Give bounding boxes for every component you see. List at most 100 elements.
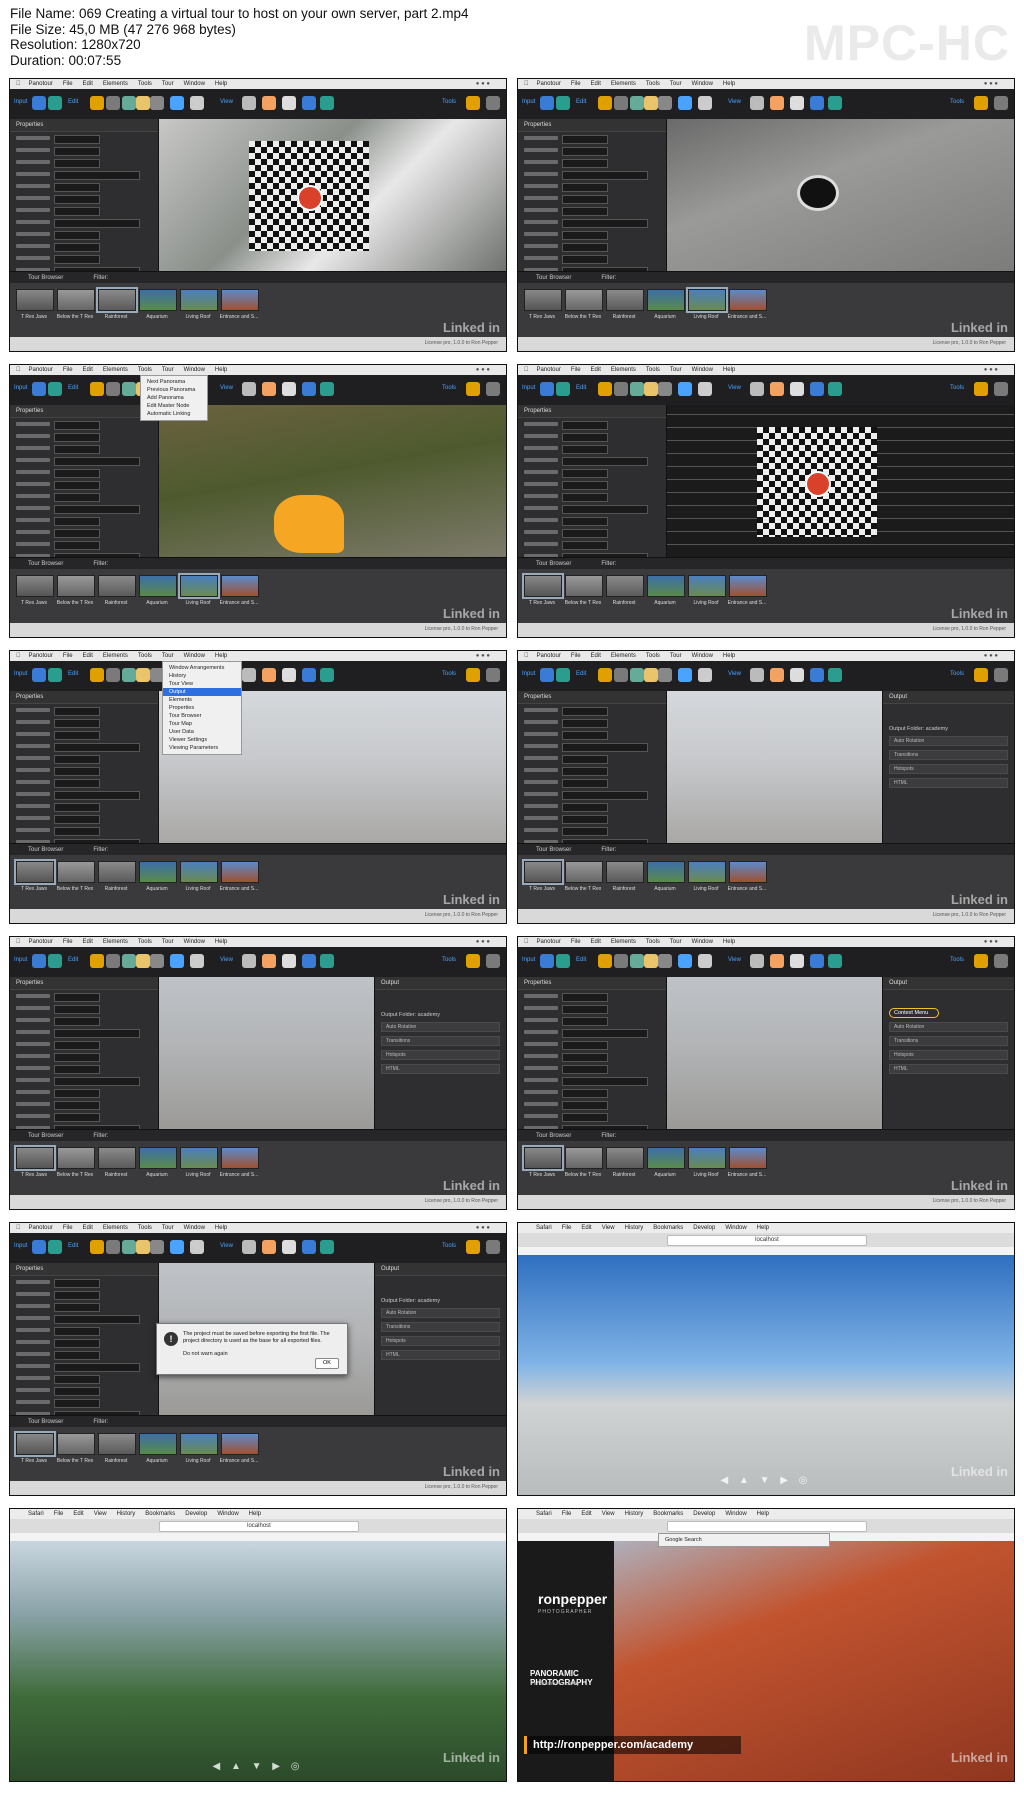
toolbar-tool-icon[interactable] — [320, 96, 334, 110]
menu-elements[interactable]: Elements — [103, 1225, 128, 1231]
apple-menu-icon[interactable]:  — [16, 367, 21, 373]
toolbar-tool-icon[interactable] — [790, 96, 804, 110]
menu-help[interactable]: Help — [215, 939, 227, 945]
menu-file[interactable]: File — [571, 81, 581, 87]
menu-window[interactable]: Window — [184, 81, 205, 87]
menu-edit[interactable]: Edit — [83, 653, 93, 659]
safari-menu-file[interactable]: File — [562, 1225, 572, 1231]
menu-window[interactable]: Window — [184, 653, 205, 659]
toolbar-tool-icon[interactable] — [630, 96, 644, 110]
toolbar-tool-icon[interactable] — [598, 96, 612, 110]
apple-menu-icon[interactable]:  — [16, 653, 21, 659]
property-field[interactable] — [562, 1089, 608, 1098]
property-field[interactable] — [54, 767, 100, 776]
toolbar-tool-icon[interactable] — [540, 954, 554, 968]
property-field[interactable] — [54, 1101, 100, 1110]
menu-tools[interactable]: Tools — [646, 367, 660, 373]
toolbar-tool-icon[interactable] — [262, 668, 276, 682]
toolbar-tool-icon[interactable] — [994, 96, 1008, 110]
do-not-warn-checkbox[interactable]: Do not warn again — [183, 1351, 228, 1357]
panorama-thumbnail[interactable] — [14, 1145, 56, 1171]
property-field[interactable] — [54, 207, 100, 216]
output-section-bar[interactable]: Transitions — [889, 1036, 1008, 1046]
toolbar-tool-icon[interactable] — [122, 668, 136, 682]
menu-tour[interactable]: Tour — [162, 81, 174, 87]
property-field[interactable] — [54, 803, 100, 812]
toolbar-tool-icon[interactable] — [302, 668, 316, 682]
address-bar[interactable] — [666, 1521, 868, 1532]
property-field[interactable] — [54, 731, 100, 740]
menu-tools[interactable]: Tools — [646, 939, 660, 945]
toolbar-tool-icon[interactable] — [644, 382, 658, 396]
toolbar-tool-icon[interactable] — [48, 96, 62, 110]
property-field[interactable] — [562, 183, 608, 192]
property-field[interactable] — [54, 779, 100, 788]
safari-menu-develop[interactable]: Develop — [693, 1225, 715, 1231]
property-field[interactable] — [54, 445, 100, 454]
property-field[interactable] — [562, 1065, 608, 1074]
property-field[interactable] — [562, 171, 648, 180]
panorama-thumbnail[interactable] — [688, 1147, 726, 1169]
property-field[interactable] — [562, 767, 608, 776]
toolbar-tool-icon[interactable] — [698, 954, 712, 968]
toolbar-tool-icon[interactable] — [242, 96, 256, 110]
hotspot-icon[interactable] — [805, 471, 831, 497]
google-search-item[interactable]: Google Search — [659, 1536, 829, 1544]
toolbar-tool-icon[interactable] — [466, 954, 480, 968]
menu-tour[interactable]: Tour — [670, 367, 682, 373]
panorama-thumbnail[interactable] — [688, 575, 726, 597]
property-field[interactable] — [562, 517, 608, 526]
panorama-thumbnail[interactable] — [14, 859, 56, 885]
safari-menu-window[interactable]: Window — [725, 1511, 746, 1517]
toolbar-tool-icon[interactable] — [320, 954, 334, 968]
tour-navigation-controls[interactable]: ◀ ▲ ▼ ▶ ◎ — [203, 1761, 313, 1773]
panorama-viewport[interactable] — [159, 977, 374, 1129]
property-field[interactable] — [54, 1303, 100, 1312]
panorama-thumbnail[interactable] — [729, 1147, 767, 1169]
toolbar-tool-icon[interactable] — [150, 954, 164, 968]
toolbar-tool-icon[interactable] — [32, 954, 46, 968]
toolbar-tool-icon[interactable] — [282, 954, 296, 968]
toolbar-tool-icon[interactable] — [556, 668, 570, 682]
toolbar-tool-icon[interactable] — [698, 96, 712, 110]
menu-elements[interactable]: Elements — [103, 81, 128, 87]
menu-help[interactable]: Help — [723, 939, 735, 945]
toolbar-tool-icon[interactable] — [678, 96, 692, 110]
menu-help[interactable]: Help — [215, 653, 227, 659]
toolbar-tool-icon[interactable] — [32, 382, 46, 396]
output-section-bar[interactable]: Transitions — [889, 750, 1008, 760]
property-field[interactable] — [562, 529, 608, 538]
toolbar-tool-icon[interactable] — [302, 1240, 316, 1254]
tour-menu-item[interactable]: Next Panorama — [141, 378, 207, 386]
panorama-thumbnail[interactable] — [221, 289, 259, 311]
property-field[interactable] — [54, 1291, 100, 1300]
menu-app-name[interactable]: Panotour — [537, 939, 561, 945]
property-field[interactable] — [54, 183, 100, 192]
property-field[interactable] — [562, 541, 608, 550]
property-field[interactable] — [54, 171, 140, 180]
output-section-bar[interactable]: Auto Rotation — [381, 1308, 500, 1318]
menu-edit[interactable]: Edit — [83, 81, 93, 87]
menu-tour[interactable]: Tour — [162, 939, 174, 945]
menu-edit[interactable]: Edit — [83, 367, 93, 373]
property-field[interactable] — [54, 243, 100, 252]
panorama-thumbnail[interactable] — [98, 861, 136, 883]
menu-file[interactable]: File — [63, 939, 73, 945]
safari-menu-history[interactable]: History — [625, 1225, 644, 1231]
toolbar-tool-icon[interactable] — [32, 668, 46, 682]
menu-edit[interactable]: Edit — [591, 367, 601, 373]
hotspot-icon[interactable] — [297, 185, 323, 211]
menu-app-name[interactable]: Panotour — [537, 653, 561, 659]
toolbar-tool-icon[interactable] — [598, 668, 612, 682]
menu-help[interactable]: Help — [215, 367, 227, 373]
property-field[interactable] — [562, 469, 608, 478]
property-field[interactable] — [562, 1077, 648, 1086]
safari-menu-edit[interactable]: Edit — [581, 1225, 591, 1231]
property-field[interactable] — [54, 1017, 100, 1026]
window-menu-item[interactable]: Tour Browser — [163, 712, 241, 720]
toolbar-tool-icon[interactable] — [282, 1240, 296, 1254]
menu-edit[interactable]: Edit — [591, 653, 601, 659]
menu-window[interactable]: Window — [692, 653, 713, 659]
menu-edit[interactable]: Edit — [83, 1225, 93, 1231]
menu-app-name[interactable]: Panotour — [29, 367, 53, 373]
